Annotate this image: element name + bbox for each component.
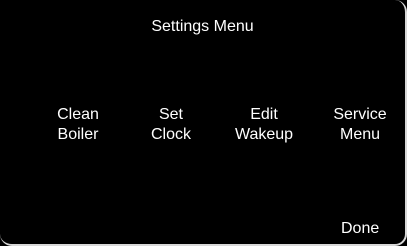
clean-boiler-label-line2: Boiler <box>57 126 99 143</box>
clean-boiler-button[interactable]: Clean Boiler <box>38 105 118 145</box>
set-clock-label-line2: Clock <box>150 126 191 143</box>
service-menu-label-line2: Menu <box>339 126 381 143</box>
clean-boiler-label-line1: Clean <box>57 106 99 123</box>
service-menu-label-line1: Service <box>333 106 387 123</box>
edit-wakeup-label-line1: Edit <box>250 106 278 123</box>
done-button[interactable]: Done <box>341 219 379 239</box>
service-menu-button[interactable]: Service Menu <box>320 105 400 145</box>
page-title: Settings Menu <box>151 18 254 35</box>
settings-screen: Settings Menu Clean Boiler Set Clock Edi… <box>0 0 407 246</box>
set-clock-button[interactable]: Set Clock <box>131 105 211 145</box>
edit-wakeup-label-line2: Wakeup <box>234 126 294 143</box>
set-clock-label-line1: Set <box>158 106 183 123</box>
edit-wakeup-button[interactable]: Edit Wakeup <box>224 105 304 145</box>
